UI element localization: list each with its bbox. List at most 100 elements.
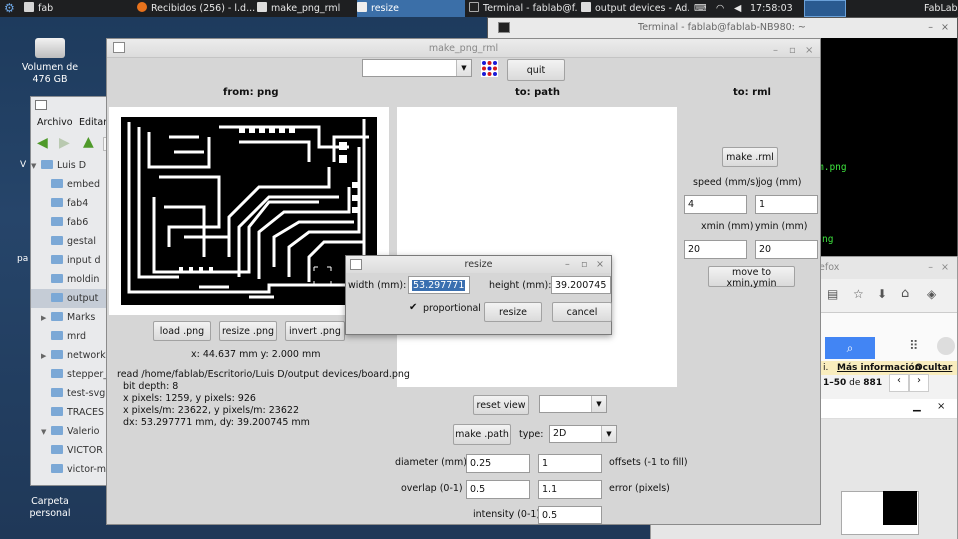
info-line: x pixels: 1259, y pixels: 926 — [123, 393, 256, 404]
back-icon[interactable]: ◀ — [37, 135, 48, 151]
info-line: dx: 53.297771 mm, dy: 39.200745 mm — [123, 417, 310, 428]
clock[interactable]: 17:58:03 — [750, 0, 802, 17]
minimize-icon[interactable]: – — [928, 257, 933, 279]
firefox-title: efox — [819, 262, 840, 273]
minimize-icon[interactable]: ▁ — [913, 401, 921, 412]
task-firefox[interactable]: Recibidos (256) - l.d... — [137, 0, 255, 17]
dialog-titlebar: resize – ▫ × — [346, 256, 611, 273]
close-icon[interactable]: × — [937, 401, 945, 412]
minimize-icon[interactable]: – — [565, 256, 570, 273]
home-icon[interactable]: ⌂ — [901, 286, 909, 301]
workspace-switcher[interactable] — [804, 0, 846, 17]
firefox-icon — [137, 2, 147, 12]
reading-list-icon[interactable]: ▤ — [827, 287, 838, 301]
overlap-label: overlap (0-1) — [401, 483, 463, 494]
offsets-input[interactable]: 1 — [538, 454, 602, 473]
resize-dialog: resize – ▫ × width (mm): 53.297771 heigh… — [345, 255, 612, 335]
type-label: type: — [519, 429, 544, 440]
close-icon[interactable]: × — [805, 41, 813, 60]
volume-icon[interactable]: ◀ — [734, 0, 746, 17]
minimize-icon[interactable]: – — [928, 18, 933, 38]
xmin-input[interactable]: 20 — [684, 240, 747, 259]
diameter-input[interactable]: 0.25 — [466, 454, 530, 473]
folder-icon — [51, 388, 63, 397]
invert-png-button[interactable]: invert .png — [285, 321, 345, 341]
ymin-input[interactable]: 20 — [755, 240, 818, 259]
forward-icon[interactable]: ▶ — [59, 135, 70, 151]
desktop-volume[interactable]: Volumen de 476 GB — [20, 38, 80, 86]
folder-icon — [51, 217, 63, 226]
folder-icon — [51, 179, 63, 188]
terminal-icon — [498, 22, 510, 33]
make-rml-button[interactable]: make .rml — [722, 147, 778, 167]
maximize-icon[interactable]: ▫ — [789, 41, 796, 60]
task-output-devices[interactable]: output devices - Ad... — [581, 0, 689, 17]
width-input[interactable]: 53.297771 — [408, 276, 470, 294]
pocket-icon[interactable]: ◈ — [927, 287, 936, 301]
folder-icon — [51, 293, 63, 302]
drive-icon — [35, 38, 65, 58]
path-canvas[interactable] — [397, 107, 677, 387]
intensity-input[interactable]: 0.5 — [538, 506, 602, 524]
quit-button[interactable]: quit — [507, 59, 565, 81]
pagination: 1–50 de 881 — [823, 378, 882, 388]
folder-icon — [51, 236, 63, 245]
minimize-icon[interactable]: – — [773, 41, 778, 60]
folder-icon — [581, 2, 591, 12]
make-path-button[interactable]: make .path — [453, 424, 511, 445]
task-terminal[interactable]: Terminal - fablab@f... — [469, 0, 577, 17]
bookmark-icon[interactable]: ☆ — [853, 287, 864, 301]
move-to-xmin-ymin-button[interactable]: move to xmin,ymin — [708, 266, 795, 289]
jog-input[interactable]: 1 — [755, 195, 818, 214]
next-page-icon[interactable]: › — [909, 374, 929, 392]
download-icon[interactable]: ⬇ — [877, 287, 887, 301]
close-icon[interactable]: × — [941, 18, 949, 38]
home-folder-label[interactable]: Carpeta personal — [20, 496, 80, 520]
proportional-checkbox[interactable]: ✔ — [409, 303, 419, 313]
close-icon[interactable]: × — [596, 256, 604, 273]
user-name[interactable]: FabLab — [924, 0, 958, 17]
color-grid-icon — [481, 60, 498, 77]
maximize-icon[interactable]: ▫ — [581, 256, 587, 273]
prev-page-icon[interactable]: ‹ — [889, 374, 909, 392]
more-info-link[interactable]: Más información — [837, 361, 921, 375]
rml-machine-select[interactable]: ▼ — [362, 59, 472, 77]
resize-button[interactable]: resize — [484, 302, 542, 322]
terminal-titlebar: Terminal - fablab@fablab-NB980: ~ – × — [488, 18, 957, 38]
window-titlebar: make_png_rml – ▫ × — [107, 39, 820, 58]
view-select[interactable]: ▼ — [539, 395, 607, 413]
apps-grid-icon[interactable]: ⠿ — [909, 339, 919, 354]
task-make-png-rml[interactable]: make_png_rml — [257, 0, 355, 17]
error-input[interactable]: 1.1 — [538, 480, 602, 499]
reset-view-button[interactable]: reset view — [473, 395, 529, 415]
from-png-header: from: png — [223, 87, 279, 98]
path-type-select[interactable]: 2D ▼ — [549, 425, 617, 443]
close-icon[interactable]: × — [941, 257, 949, 279]
width-label: width (mm): — [348, 280, 407, 291]
search-icon[interactable]: ⌕ — [825, 337, 875, 359]
height-input[interactable]: 39.200745 — [551, 276, 611, 294]
notice-text: i. — [823, 363, 829, 373]
volume-label: Volumen de 476 GB — [21, 62, 79, 85]
info-line: read /home/fablab/Escritorio/Luis D/outp… — [117, 369, 410, 380]
task-resize[interactable]: resize — [357, 0, 465, 17]
window-title: make_png_rml — [428, 43, 499, 54]
folder-icon — [51, 198, 63, 207]
load-png-button[interactable]: load .png — [153, 321, 211, 341]
app-menu-icon[interactable]: ⚙ — [4, 0, 18, 17]
window-icon — [257, 2, 267, 12]
hide-link[interactable]: Ocultar — [915, 361, 952, 375]
avatar[interactable] — [937, 337, 955, 355]
task-fab[interactable]: fab — [24, 0, 129, 17]
up-icon[interactable]: ▲ — [83, 134, 94, 150]
resize-png-button[interactable]: resize .png — [219, 321, 277, 341]
menu-editar[interactable]: Editar — [79, 117, 107, 128]
speed-input[interactable]: 4 — [684, 195, 747, 214]
desktop-icon-fragment: V — [20, 160, 27, 170]
cancel-button[interactable]: cancel — [552, 302, 612, 322]
window-icon — [357, 2, 367, 12]
overlap-input[interactable]: 0.5 — [466, 480, 530, 499]
wifi-icon[interactable]: ◠ — [716, 0, 728, 17]
keyboard-icon[interactable]: ⌨ — [694, 0, 706, 17]
menu-archivo[interactable]: Archivo — [37, 117, 73, 128]
